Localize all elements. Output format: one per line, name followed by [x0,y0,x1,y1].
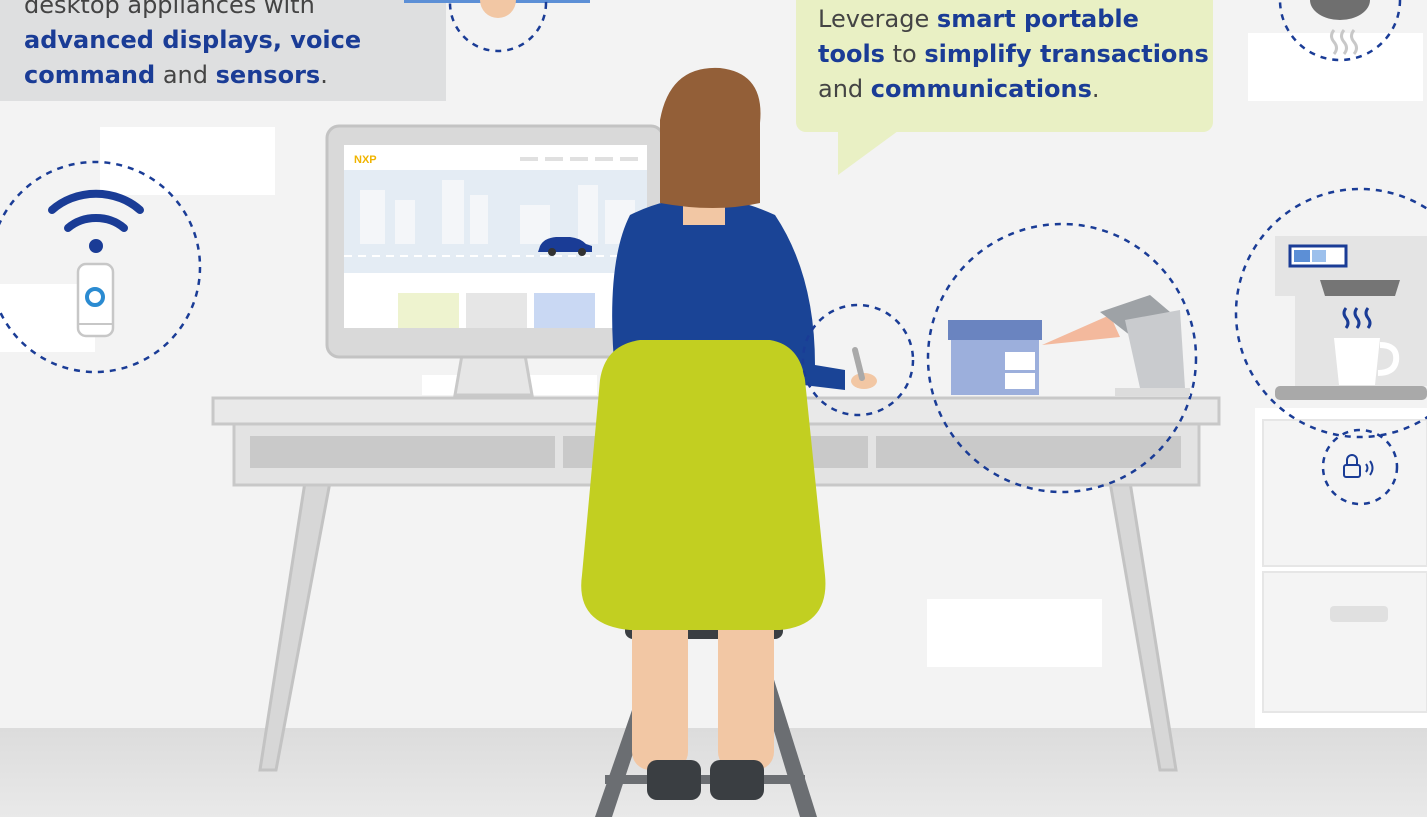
phone-icon [76,262,115,338]
coffee-machine-icon [1275,236,1427,400]
barcode-scanner-icon [1100,295,1190,396]
wifi-icon [48,189,144,253]
stylus-icon [852,347,865,381]
chair-backrest [581,340,826,630]
steam-icon [1330,29,1358,55]
nxp-logo: NXP [354,154,377,166]
stool [595,622,817,817]
office-scene: NXP [0,0,1427,817]
top-dashed-circle [448,0,548,53]
smart-device-circle [0,160,202,374]
coffee-machine-circle [1234,187,1427,439]
cabinet [1255,408,1427,728]
top-right-coffee-circle [1278,0,1402,62]
